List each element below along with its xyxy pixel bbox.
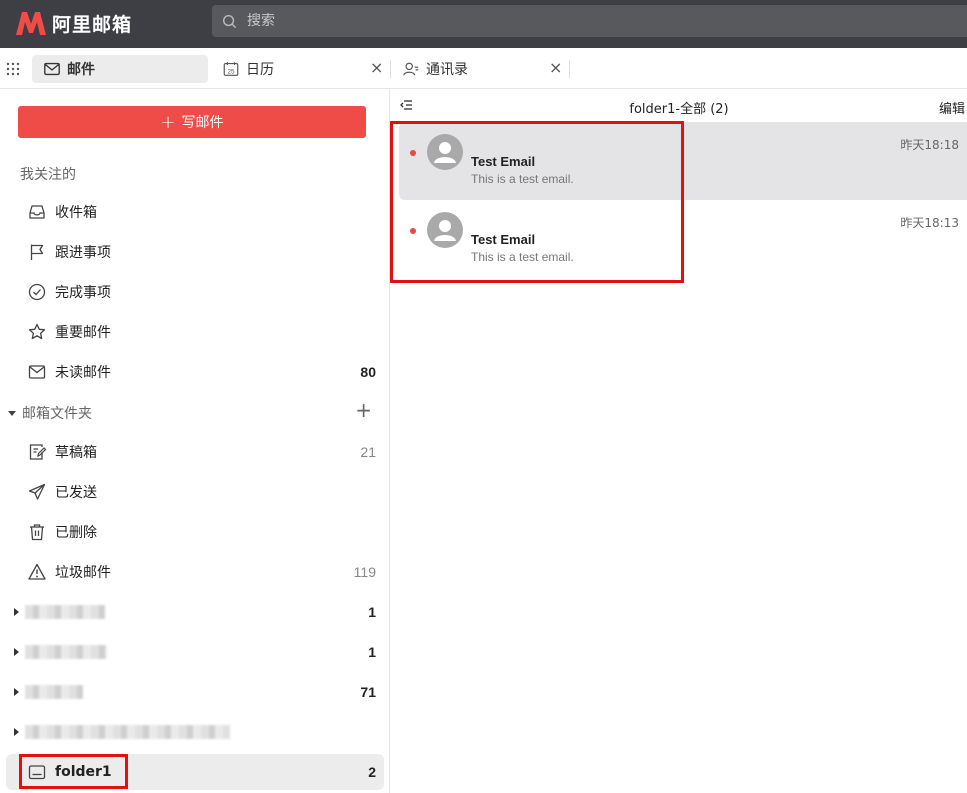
- sidebar-item-drafts[interactable]: 草稿箱 21: [18, 434, 384, 470]
- compose-label: 写邮件: [181, 115, 224, 131]
- unread-dot: [410, 150, 416, 156]
- logo[interactable]: 阿里邮箱: [14, 9, 132, 37]
- sidebar-item-label: 未读邮件: [55, 365, 111, 381]
- compose-button[interactable]: + 写邮件: [18, 106, 366, 138]
- sidebar-item-label: folder1: [55, 764, 112, 780]
- caret-right-icon: [14, 688, 19, 696]
- mail-time: 昨天18:18: [900, 138, 959, 152]
- app-title: 阿里邮箱: [52, 13, 133, 36]
- folder-icon: [28, 765, 46, 780]
- mail-list-item[interactable]: Test Email This is a test email. 昨天18:13: [399, 200, 967, 278]
- folder-title: folder1-全部 (2): [629, 102, 729, 117]
- contacts-icon: [403, 62, 419, 76]
- tab-mail[interactable]: 邮件: [32, 55, 208, 83]
- tab-mail-label: 邮件: [67, 62, 95, 78]
- sidebar-item-label: 跟进事项: [55, 245, 111, 261]
- item-count: 21: [360, 444, 376, 460]
- blurred-folder-name: [25, 685, 83, 699]
- caret-right-icon: [14, 648, 19, 656]
- calendar-day: 25: [227, 69, 235, 76]
- unread-count: 1: [368, 604, 376, 620]
- sidebar-item-hidden-folder[interactable]: 71: [14, 674, 384, 710]
- tab-contacts[interactable]: 通讯录: [402, 55, 468, 83]
- sidebar-item-follow-up[interactable]: 跟进事项: [18, 234, 384, 270]
- calendar-icon: 25: [223, 62, 239, 76]
- edit-button[interactable]: 编辑: [939, 98, 965, 117]
- sidebar-item-hidden-folder[interactable]: [14, 714, 384, 750]
- tab-separator: [569, 60, 570, 78]
- sidebar-item-hidden-folder[interactable]: 1: [14, 594, 384, 630]
- sidebar-item-label: 已删除: [55, 525, 97, 541]
- person-icon: [434, 142, 456, 163]
- person-icon: [434, 220, 456, 241]
- caret-right-icon: [14, 608, 19, 616]
- sidebar-item-done[interactable]: 完成事项: [18, 274, 384, 310]
- caret-down-icon: [8, 410, 16, 416]
- mail-folders-header[interactable]: 邮箱文件夹 +: [6, 398, 384, 425]
- mail-list-header: folder1-全部 (2) 编辑: [391, 89, 967, 121]
- sidebar-item-sent[interactable]: 已发送: [18, 474, 384, 510]
- sidebar-item-inbox[interactable]: 收件箱: [18, 194, 384, 230]
- sidebar-item-important[interactable]: 重要邮件: [18, 314, 384, 350]
- mail-time: 昨天18:13: [900, 216, 959, 230]
- inbox-icon: [29, 205, 45, 219]
- tab-contacts-label: 通讯录: [426, 62, 468, 78]
- mail-sender: Test Email: [471, 232, 536, 247]
- blurred-folder-name: [25, 645, 107, 659]
- tab-calendar-label: 日历: [246, 62, 274, 78]
- tab-calendar-close-icon[interactable]: ×: [370, 58, 383, 77]
- sidebar-item-label: 收件箱: [55, 205, 97, 221]
- mail-sender: Test Email: [471, 154, 536, 169]
- unread-count: 2: [368, 764, 376, 780]
- mail-list-item[interactable]: Test Email This is a test email. 昨天18:18: [399, 122, 967, 200]
- tab-contacts-close-icon[interactable]: ×: [549, 58, 562, 77]
- blurred-folder-name: [25, 605, 105, 619]
- unread-count: 80: [360, 364, 376, 380]
- sidebar-item-hidden-folder[interactable]: 1: [14, 634, 384, 670]
- check-circle-icon: [28, 283, 46, 301]
- sidebar-item-label: 重要邮件: [55, 325, 111, 341]
- unread-dot: [410, 228, 416, 234]
- trash-icon: [30, 524, 44, 541]
- caret-right-icon: [14, 728, 19, 736]
- sidebar-item-label: 草稿箱: [55, 445, 97, 461]
- warning-icon: [28, 563, 46, 580]
- sidebar-item-unread[interactable]: 未读邮件 80: [18, 354, 384, 390]
- alimail-logo-icon: [16, 12, 46, 35]
- tab-separator: [390, 60, 391, 78]
- search-bar[interactable]: [212, 5, 967, 37]
- mail-list-panel: folder1-全部 (2) 编辑 Test Email This is a t…: [391, 89, 967, 793]
- sidebar: + 写邮件 我关注的 收件箱 跟进事项 完成事项 重要邮件 未读邮件 80 邮箱…: [0, 89, 390, 793]
- star-icon: [28, 323, 46, 340]
- mail-icon: [28, 365, 46, 379]
- sidebar-item-deleted[interactable]: 已删除: [18, 514, 384, 550]
- mail-preview: This is a test email.: [471, 250, 574, 264]
- sidebar-item-label: 垃圾邮件: [55, 565, 111, 581]
- plus-icon: +: [160, 111, 176, 133]
- sidebar-item-label: 已发送: [55, 485, 97, 501]
- send-icon: [28, 483, 46, 500]
- mail-preview: This is a test email.: [471, 172, 574, 186]
- search-icon: [222, 14, 237, 28]
- sidebar-item-spam[interactable]: 垃圾邮件 119: [18, 554, 384, 590]
- draft-icon: [29, 444, 47, 460]
- apps-grid-icon[interactable]: [6, 62, 20, 76]
- avatar: [427, 134, 463, 170]
- unread-count: 1: [368, 644, 376, 660]
- blurred-folder-name: [25, 725, 230, 739]
- add-folder-icon[interactable]: +: [355, 398, 372, 422]
- favorites-section-label: 我关注的: [20, 167, 76, 183]
- sidebar-item-label: 完成事项: [55, 285, 111, 301]
- mail-icon: [44, 62, 60, 76]
- unread-count: 71: [360, 684, 376, 700]
- sidebar-item-folder1[interactable]: folder1 2: [6, 754, 384, 790]
- mail-folders-label: 邮箱文件夹: [22, 406, 92, 422]
- item-count: 119: [353, 564, 376, 580]
- tab-calendar[interactable]: 25 日历: [222, 55, 274, 83]
- avatar: [427, 212, 463, 248]
- search-input[interactable]: [247, 13, 847, 29]
- tab-bar: 邮件 25 日历 × 通讯录 ×: [0, 48, 967, 89]
- top-bar: 阿里邮箱: [0, 0, 967, 48]
- flag-icon: [30, 244, 44, 260]
